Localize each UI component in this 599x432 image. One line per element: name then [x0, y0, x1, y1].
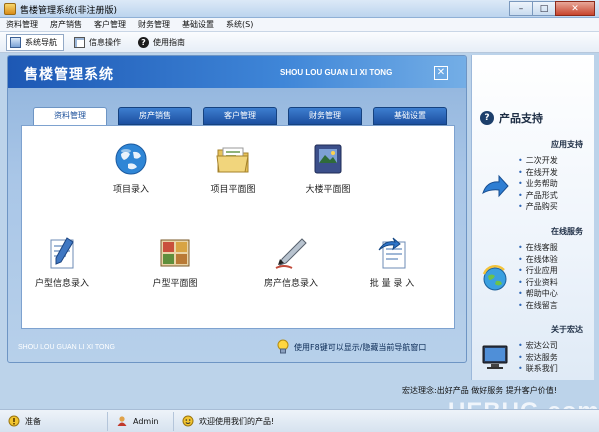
support-panel: ? 产品支持 应用支持 二次开发 在线开发 业务帮助 产品形式 产品购买 在线服… — [471, 55, 594, 380]
help-icon: ? — [480, 111, 494, 125]
tab-finance-management[interactable]: 财务管理 — [288, 107, 362, 125]
tool-label: 使用指南 — [153, 37, 185, 47]
status-ready-text: 准备 — [25, 416, 41, 426]
tab-property-sales[interactable]: 房产销售 — [118, 107, 192, 125]
title-bar: 售楼管理系统(非注册版) – □ ✕ — [0, 0, 599, 18]
link-business-help[interactable]: 业务帮助 — [518, 178, 558, 190]
link-industry-resources[interactable]: 行业资料 — [518, 277, 558, 289]
tool-label: 信息操作 — [89, 37, 121, 47]
property-info-entry-item[interactable]: 房产信息录入 — [245, 234, 337, 289]
tab-data-management[interactable]: 资料管理 — [33, 107, 107, 126]
floor-plan-icon — [156, 234, 194, 272]
pen-icon — [272, 234, 310, 272]
menu-bar: 资料管理 房产销售 客户管理 财务管理 基础设置 系统(S) — [0, 18, 599, 32]
online-service-list: 在线客服 在线体验 行业应用 行业资料 帮助中心 在线留言 — [518, 242, 558, 311]
link-online-development[interactable]: 在线开发 — [518, 167, 558, 179]
project-plan-item[interactable]: 项目平面图 — [187, 140, 279, 195]
help-icon: ? — [138, 36, 149, 48]
item-label: 大楼平面图 — [305, 185, 351, 195]
batch-entry-item[interactable]: 批 量 录 入 — [346, 234, 438, 289]
link-help-center[interactable]: 帮助中心 — [518, 288, 558, 300]
panel-footer-text: SHOU LOU GUAN LI XI TONG — [18, 344, 115, 351]
toolbar: 系统导航 信息操作 ? 使用指南 — [0, 32, 599, 53]
link-online-message[interactable]: 在线留言 — [518, 300, 558, 312]
window-controls: – □ ✕ — [509, 1, 595, 17]
tab-content: 项目录入 项目平面图 大楼平面图 户型信息录入 户型平面图 房产信息录入 批 量… — [21, 125, 455, 329]
panel-close-button[interactable]: ✕ — [434, 66, 448, 80]
link-secondary-development[interactable]: 二次开发 — [518, 155, 558, 167]
maximize-button[interactable]: □ — [532, 1, 556, 16]
system-navigation-button[interactable]: 系统导航 — [6, 33, 64, 51]
project-entry-item[interactable]: 项目录入 — [85, 140, 177, 195]
link-product-forms[interactable]: 产品形式 — [518, 190, 558, 202]
menu-finance-management[interactable]: 财务管理 — [138, 18, 170, 31]
company-slogan: 宏达理念:出好产品 做好服务 提升客户价值! — [402, 386, 557, 395]
menu-property-sales[interactable]: 房产销售 — [50, 18, 82, 31]
menu-basic-settings[interactable]: 基础设置 — [182, 18, 214, 31]
item-label: 户型信息录入 — [34, 279, 89, 289]
unit-type-entry-item[interactable]: 户型信息录入 — [16, 234, 108, 289]
link-service[interactable]: 宏达服务 — [518, 352, 558, 364]
monitor-icon — [482, 345, 508, 369]
item-label: 房产信息录入 — [263, 279, 318, 289]
navigation-panel: 售楼管理系统 SHOU LOU GUAN LI XI TONG ✕ 资料管理 房… — [7, 55, 467, 363]
status-welcome-text: 欢迎使用我们的产品! — [199, 416, 275, 426]
panel-title: 售楼管理系统 — [24, 67, 114, 83]
link-online-trial[interactable]: 在线体验 — [518, 254, 558, 266]
window-title: 售楼管理系统(非注册版) — [20, 6, 118, 16]
item-label: 项目录入 — [112, 185, 149, 195]
status-bar: 准备 Admin 欢迎使用我们的产品! — [0, 409, 599, 432]
close-button[interactable]: ✕ — [555, 1, 595, 16]
item-label: 项目平面图 — [210, 185, 256, 195]
panel-header: 售楼管理系统 SHOU LOU GUAN LI XI TONG ✕ — [8, 56, 466, 88]
link-company[interactable]: 宏达公司 — [518, 340, 558, 352]
info-icon — [74, 36, 85, 48]
section-title: 在线服务 — [551, 227, 583, 236]
minimize-button[interactable]: – — [509, 1, 533, 16]
lightbulb-icon — [277, 339, 289, 354]
ready-icon — [8, 415, 20, 427]
f8-hint: 使用F8键可以显示/隐藏当前导航窗口 — [276, 339, 426, 355]
about-list: 宏达公司 宏达服务 联系我们 — [518, 340, 558, 375]
folder-icon — [214, 140, 252, 178]
support-title: ? 产品支持 — [480, 110, 543, 126]
status-welcome: 欢迎使用我们的产品! — [174, 412, 599, 431]
menu-customer-management[interactable]: 客户管理 — [94, 18, 126, 31]
menu-system[interactable]: 系统(S) — [226, 18, 253, 31]
app-icon — [4, 3, 16, 15]
tab-basic-settings[interactable]: 基础设置 — [373, 107, 447, 125]
info-operation-button[interactable]: 信息操作 — [70, 34, 128, 51]
document-pen-icon — [43, 234, 81, 272]
building-plan-item[interactable]: 大楼平面图 — [282, 140, 374, 195]
support-title-text: 产品支持 — [499, 112, 543, 125]
status-ready: 准备 — [0, 411, 108, 431]
status-user-text: Admin — [133, 416, 159, 426]
refresh-globe-icon — [482, 264, 507, 291]
item-label: 户型平面图 — [152, 279, 198, 289]
menu-data-management[interactable]: 资料管理 — [6, 18, 38, 31]
link-product-purchase[interactable]: 产品购买 — [518, 201, 558, 213]
link-industry-applications[interactable]: 行业应用 — [518, 265, 558, 277]
section-title: 应用支持 — [551, 140, 583, 149]
globe-icon — [112, 140, 150, 178]
user-icon — [117, 416, 127, 426]
section-title: 关于宏达 — [551, 325, 583, 334]
status-user: Admin — [108, 411, 174, 431]
panel-subtitle: SHOU LOU GUAN LI XI TONG — [280, 68, 393, 77]
navigation-icon — [10, 36, 21, 48]
unit-type-plan-item[interactable]: 户型平面图 — [129, 234, 221, 289]
user-guide-button[interactable]: ? 使用指南 — [134, 34, 192, 51]
app-support-list: 二次开发 在线开发 业务帮助 产品形式 产品购买 — [518, 155, 558, 213]
link-online-support[interactable]: 在线客服 — [518, 242, 558, 254]
photo-album-icon — [309, 140, 347, 178]
tool-label: 系统导航 — [25, 37, 57, 47]
notepad-icon — [373, 234, 411, 272]
arrow-icon — [482, 174, 509, 198]
tab-customer-management[interactable]: 客户管理 — [203, 107, 277, 125]
module-tabs: 资料管理 房产销售 客户管理 财务管理 基础设置 — [33, 107, 458, 126]
smile-icon — [182, 415, 194, 427]
link-contact-us[interactable]: 联系我们 — [518, 363, 558, 375]
item-label: 批 量 录 入 — [369, 279, 415, 289]
hint-text: 使用F8键可以显示/隐藏当前导航窗口 — [294, 342, 427, 352]
